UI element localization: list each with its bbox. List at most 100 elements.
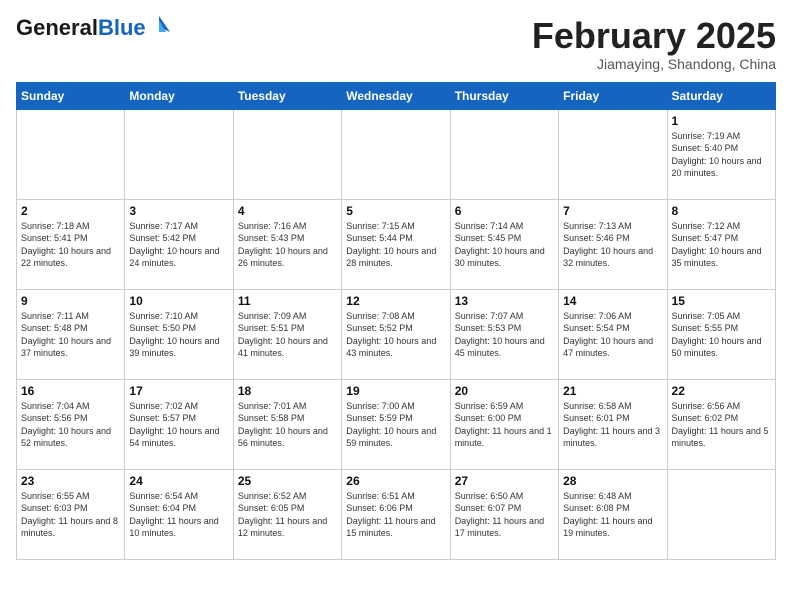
calendar-cell: 12Sunrise: 7:08 AM Sunset: 5:52 PM Dayli… — [342, 289, 450, 379]
day-info: Sunrise: 7:14 AM Sunset: 5:45 PM Dayligh… — [455, 220, 554, 270]
day-info: Sunrise: 7:15 AM Sunset: 5:44 PM Dayligh… — [346, 220, 445, 270]
calendar-cell — [233, 109, 341, 199]
day-number: 27 — [455, 474, 554, 488]
day-info: Sunrise: 7:00 AM Sunset: 5:59 PM Dayligh… — [346, 400, 445, 450]
day-info: Sunrise: 7:10 AM Sunset: 5:50 PM Dayligh… — [129, 310, 228, 360]
calendar-cell: 15 Sunrise: 7:05 AM Sunset: 5:55 PM Dayli… — [667, 289, 775, 379]
weekday-header-monday: Monday — [125, 82, 233, 109]
day-number: 17 — [129, 384, 228, 398]
day-info: Sunrise: 6:52 AM Sunset: 6:05 PM Dayligh… — [238, 490, 337, 540]
calendar-cell: 24Sunrise: 6:54 AM Sunset: 6:04 PM Dayli… — [125, 469, 233, 559]
calendar-cell: 17 Sunrise: 7:02 AM Sunset: 5:57 PM Dayli… — [125, 379, 233, 469]
day-info: Sunrise: 7:16 AM Sunset: 5:43 PM Dayligh… — [238, 220, 337, 270]
calendar-table: SundayMondayTuesdayWednesdayThursdayFrid… — [16, 82, 776, 560]
day-number: 24 — [129, 474, 228, 488]
logo-text: GeneralBlue — [16, 16, 146, 40]
day-info: Sunrise: 6:50 AM Sunset: 6:07 PM Dayligh… — [455, 490, 554, 540]
week-row-5: 23 Sunrise: 6:55 AM Sunset: 6:03 PM Dayli… — [17, 469, 776, 559]
weekday-header-sunday: Sunday — [17, 82, 125, 109]
day-number: 28 — [563, 474, 662, 488]
weekday-header-wednesday: Wednesday — [342, 82, 450, 109]
location-subtitle: Jiamaying, Shandong, China — [532, 56, 776, 72]
day-number: 11 — [238, 294, 337, 308]
day-info: Sunrise: 6:59 AM Sunset: 6:00 PM Dayligh… — [455, 400, 554, 450]
day-number: 4 — [238, 204, 337, 218]
calendar-cell: 7 Sunrise: 7:13 AM Sunset: 5:46 PM Daylig… — [559, 199, 667, 289]
calendar-cell — [342, 109, 450, 199]
day-info: Sunrise: 7:09 AM Sunset: 5:51 PM Dayligh… — [238, 310, 337, 360]
weekday-header-thursday: Thursday — [450, 82, 558, 109]
day-info: Sunrise: 7:02 AM Sunset: 5:57 PM Dayligh… — [129, 400, 228, 450]
logo: GeneralBlue — [16, 16, 170, 40]
day-info: Sunrise: 7:06 AM Sunset: 5:54 PM Dayligh… — [563, 310, 662, 360]
day-info: Sunrise: 6:55 AM Sunset: 6:03 PM Dayligh… — [21, 490, 120, 540]
calendar-cell — [450, 109, 558, 199]
day-info: Sunrise: 7:17 AM Sunset: 5:42 PM Dayligh… — [129, 220, 228, 270]
calendar-cell: 9 Sunrise: 7:11 AM Sunset: 5:48 PM Daylig… — [17, 289, 125, 379]
day-number: 21 — [563, 384, 662, 398]
calendar-cell: 27 Sunrise: 6:50 AM Sunset: 6:07 PM Dayli… — [450, 469, 558, 559]
day-number: 25 — [238, 474, 337, 488]
calendar-cell: 25 Sunrise: 6:52 AM Sunset: 6:05 PM Dayli… — [233, 469, 341, 559]
day-info: Sunrise: 6:48 AM Sunset: 6:08 PM Dayligh… — [563, 490, 662, 540]
day-info: Sunrise: 7:13 AM Sunset: 5:46 PM Dayligh… — [563, 220, 662, 270]
calendar-cell: 5 Sunrise: 7:15 AM Sunset: 5:44 PM Daylig… — [342, 199, 450, 289]
calendar-cell: 6 Sunrise: 7:14 AM Sunset: 5:45 PM Daylig… — [450, 199, 558, 289]
week-row-2: 2 Sunrise: 7:18 AM Sunset: 5:41 PM Daylig… — [17, 199, 776, 289]
day-number: 7 — [563, 204, 662, 218]
day-number: 2 — [21, 204, 120, 218]
day-info: Sunrise: 6:56 AM Sunset: 6:02 PM Dayligh… — [672, 400, 771, 450]
calendar-cell — [559, 109, 667, 199]
day-info: Sunrise: 6:58 AM Sunset: 6:01 PM Dayligh… — [563, 400, 662, 450]
calendar-cell: 16 Sunrise: 7:04 AM Sunset: 5:56 PM Dayli… — [17, 379, 125, 469]
day-info: Sunrise: 7:11 AM Sunset: 5:48 PM Dayligh… — [21, 310, 120, 360]
day-info: Sunrise: 7:07 AM Sunset: 5:53 PM Dayligh… — [455, 310, 554, 360]
day-number: 6 — [455, 204, 554, 218]
day-number: 12 — [346, 294, 445, 308]
day-number: 15 — [672, 294, 771, 308]
calendar-cell: 21 Sunrise: 6:58 AM Sunset: 6:01 PM Dayli… — [559, 379, 667, 469]
day-info: Sunrise: 7:05 AM Sunset: 5:55 PM Dayligh… — [672, 310, 771, 360]
day-number: 16 — [21, 384, 120, 398]
calendar-cell: 3 Sunrise: 7:17 AM Sunset: 5:42 PM Daylig… — [125, 199, 233, 289]
day-info: Sunrise: 6:51 AM Sunset: 6:06 PM Dayligh… — [346, 490, 445, 540]
calendar-cell: 1 Sunrise: 7:19 AM Sunset: 5:40 PM Daylig… — [667, 109, 775, 199]
day-number: 23 — [21, 474, 120, 488]
day-number: 22 — [672, 384, 771, 398]
calendar-cell — [667, 469, 775, 559]
day-info: Sunrise: 7:19 AM Sunset: 5:40 PM Dayligh… — [672, 130, 771, 180]
day-info: Sunrise: 7:18 AM Sunset: 5:41 PM Dayligh… — [21, 220, 120, 270]
weekday-header-row: SundayMondayTuesdayWednesdayThursdayFrid… — [17, 82, 776, 109]
calendar-cell: 19 Sunrise: 7:00 AM Sunset: 5:59 PM Dayli… — [342, 379, 450, 469]
day-number: 3 — [129, 204, 228, 218]
day-number: 19 — [346, 384, 445, 398]
day-number: 5 — [346, 204, 445, 218]
calendar-cell: 22 Sunrise: 6:56 AM Sunset: 6:02 PM Dayli… — [667, 379, 775, 469]
calendar-cell: 28 Sunrise: 6:48 AM Sunset: 6:08 PM Dayli… — [559, 469, 667, 559]
week-row-3: 9 Sunrise: 7:11 AM Sunset: 5:48 PM Daylig… — [17, 289, 776, 379]
day-number: 1 — [672, 114, 771, 128]
day-number: 9 — [21, 294, 120, 308]
calendar-cell — [17, 109, 125, 199]
week-row-4: 16 Sunrise: 7:04 AM Sunset: 5:56 PM Dayli… — [17, 379, 776, 469]
day-info: Sunrise: 7:04 AM Sunset: 5:56 PM Dayligh… — [21, 400, 120, 450]
calendar-cell: 20Sunrise: 6:59 AM Sunset: 6:00 PM Dayli… — [450, 379, 558, 469]
weekday-header-friday: Friday — [559, 82, 667, 109]
day-number: 14 — [563, 294, 662, 308]
calendar-cell: 23 Sunrise: 6:55 AM Sunset: 6:03 PM Dayli… — [17, 469, 125, 559]
day-number: 13 — [455, 294, 554, 308]
calendar-cell: 8Sunrise: 7:12 AM Sunset: 5:47 PM Daylig… — [667, 199, 775, 289]
calendar-cell: 14 Sunrise: 7:06 AM Sunset: 5:54 PM Dayli… — [559, 289, 667, 379]
calendar-cell: 18Sunrise: 7:01 AM Sunset: 5:58 PM Dayli… — [233, 379, 341, 469]
weekday-header-saturday: Saturday — [667, 82, 775, 109]
weekday-header-tuesday: Tuesday — [233, 82, 341, 109]
calendar-cell: 2 Sunrise: 7:18 AM Sunset: 5:41 PM Daylig… — [17, 199, 125, 289]
logo-icon — [148, 15, 170, 33]
calendar-cell: 4 Sunrise: 7:16 AM Sunset: 5:43 PM Daylig… — [233, 199, 341, 289]
day-number: 8 — [672, 204, 771, 218]
calendar-cell: 11 Sunrise: 7:09 AM Sunset: 5:51 PM Dayli… — [233, 289, 341, 379]
title-block: February 2025 Jiamaying, Shandong, China — [532, 16, 776, 72]
calendar-cell: 26Sunrise: 6:51 AM Sunset: 6:06 PM Dayli… — [342, 469, 450, 559]
calendar-cell: 10Sunrise: 7:10 AM Sunset: 5:50 PM Dayli… — [125, 289, 233, 379]
week-row-1: 1 Sunrise: 7:19 AM Sunset: 5:40 PM Daylig… — [17, 109, 776, 199]
